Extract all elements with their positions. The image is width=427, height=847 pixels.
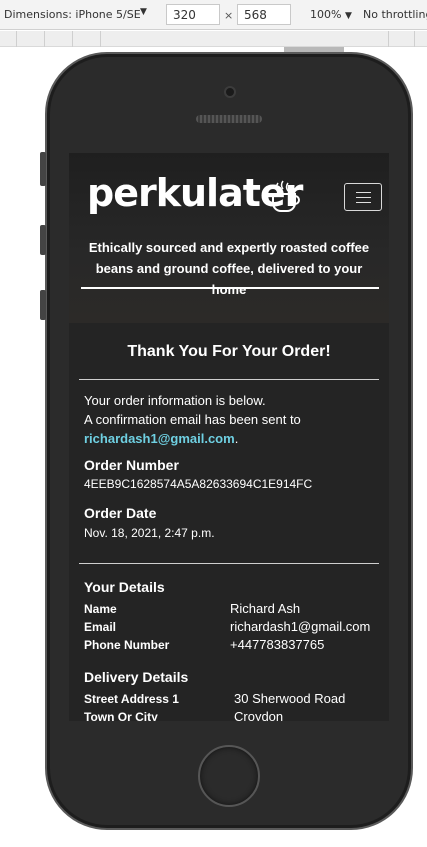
details-divider (79, 563, 379, 564)
site-header: perkulater Ethically sourced and expertl… (69, 153, 389, 323)
order-date-value: Nov. 18, 2021, 2:47 p.m. (84, 526, 215, 540)
delivery-value-town: Croydon (234, 709, 284, 721)
detail-value-phone: +447783837765 (230, 637, 325, 652)
times-separator: × (224, 9, 234, 22)
phone-camera (224, 86, 236, 98)
zoom-select[interactable]: 100% ▼ (310, 8, 352, 21)
height-input[interactable]: 568 (237, 4, 291, 25)
detail-label-name: Name (84, 602, 117, 616)
detail-label-phone: Phone Number (84, 638, 170, 652)
coffee-cup-icon (272, 180, 300, 212)
device-select[interactable]: Dimensions: iPhone 5/SE (4, 8, 141, 21)
order-confirmation: Thank You For Your Order! Your order inf… (69, 323, 389, 721)
phone-screen: perkulater Ethically sourced and expertl… (69, 153, 389, 721)
width-input[interactable]: 320 (166, 4, 220, 25)
title-divider (79, 379, 379, 380)
delivery-value-street: 30 Sherwood Road (234, 691, 346, 706)
detail-value-name: Richard Ash (230, 601, 301, 616)
page-title: Thank You For Your Order! (127, 343, 331, 360)
phone-volume-down (40, 290, 46, 320)
zoom-dropdown-icon: ▼ (344, 11, 352, 21)
header-divider (81, 287, 379, 289)
order-intro: Your order information is below. A confi… (84, 391, 301, 448)
your-details-heading: Your Details (84, 579, 165, 595)
delivery-details-heading: Delivery Details (84, 669, 189, 685)
media-query-ruler (0, 31, 427, 52)
confirmation-email-link[interactable]: richardash1@gmail.com (84, 431, 235, 446)
home-button[interactable] (198, 745, 260, 807)
phone-volume-up (40, 225, 46, 255)
intro-line-2: A confirmation email has been sent to (84, 412, 301, 427)
device-dropdown-icon[interactable]: ▼ (140, 7, 147, 17)
order-number-value: 4EEB9C1628574A5A82633694C1E914FC (84, 477, 313, 491)
phone-speaker (196, 115, 262, 123)
menu-toggle-button[interactable] (344, 183, 382, 211)
intro-line-1: Your order information is below. (84, 393, 266, 408)
detail-label-email: Email (84, 620, 117, 634)
throttle-select[interactable]: No throttling (363, 8, 427, 21)
site-tagline: Ethically sourced and expertly roasted c… (88, 240, 370, 297)
zoom-label: 100% (310, 8, 342, 21)
detail-value-email: richardash1@gmail.com (230, 619, 371, 634)
phone-side-button (40, 152, 46, 186)
delivery-label-street: Street Address 1 (84, 692, 179, 706)
email-suffix: . (234, 431, 239, 446)
order-date-label: Order Date (84, 505, 157, 521)
delivery-label-town: Town Or City (84, 710, 158, 721)
order-number-label: Order Number (84, 457, 179, 473)
devtools-toolbar: Dimensions: iPhone 5/SE ▼ 320 × 568 100%… (0, 0, 427, 30)
